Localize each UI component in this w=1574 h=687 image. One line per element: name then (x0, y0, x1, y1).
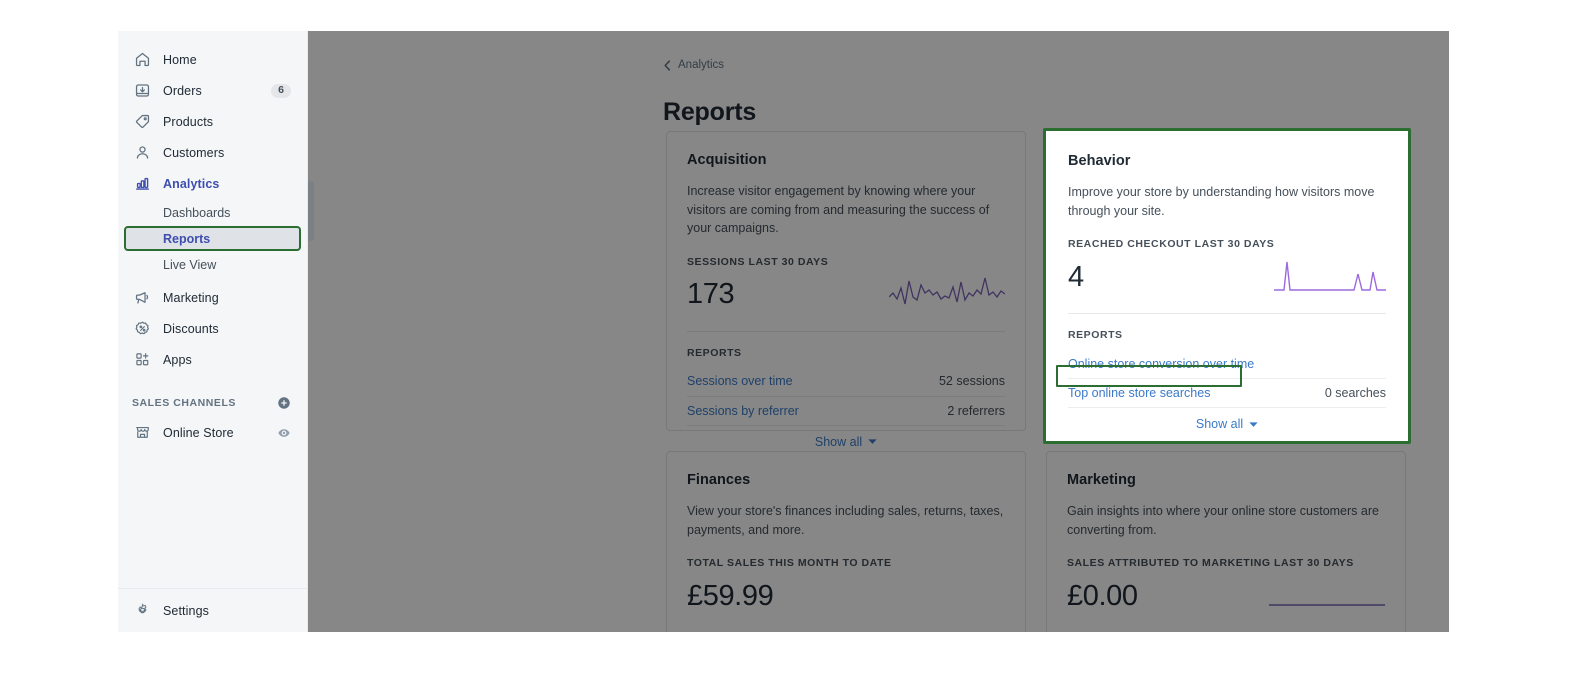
card-description: Improve your store by understanding how … (1068, 185, 1375, 218)
metric-row: 4 (1068, 254, 1386, 300)
report-link[interactable]: Top online store searches (1068, 386, 1210, 400)
reports-label: REPORTS (1068, 329, 1123, 341)
card-behavior: Behavior Improve your store by understan… (1046, 131, 1408, 441)
eye-icon[interactable] (277, 426, 291, 440)
apps-grid-icon (132, 350, 152, 370)
megaphone-icon (132, 288, 152, 308)
card-divider (687, 330, 1005, 332)
card-title: Finances (687, 472, 751, 488)
breadcrumb[interactable]: Analytics (663, 59, 724, 71)
sidebar-item-label: Settings (163, 603, 209, 618)
report-count: 2 referrers (947, 403, 1005, 418)
sidebar-item-label: Discounts (163, 321, 219, 336)
metric-label: TOTAL SALES THIS MONTH TO DATE (687, 557, 892, 569)
metric-label: SESSIONS LAST 30 DAYS (687, 255, 829, 268)
card-title: Behavior (1068, 153, 1131, 169)
sidebar-subitem-label: Reports (163, 231, 211, 246)
sidebar-item-label: Home (163, 52, 197, 67)
sidebar-item-label: Apps (163, 352, 192, 367)
sidebar-item-label: Customers (163, 145, 225, 160)
storefront-icon (132, 423, 152, 443)
report-row[interactable]: Sessions over time 52 sessions (687, 367, 1005, 396)
sales-channels-title: SALES CHANNELS (132, 397, 236, 409)
sidebar-item-label: Products (163, 114, 214, 129)
discount-badge-icon (132, 319, 152, 339)
report-count: 0 searches (1324, 386, 1386, 400)
main-content: Analytics Reports Acquisition Increase v… (308, 31, 1449, 632)
sidebar-item-products[interactable]: Products (126, 109, 299, 134)
sidebar-item-customers[interactable]: Customers (126, 140, 299, 165)
card-description: Increase visitor engagement by knowing w… (687, 184, 990, 235)
report-link[interactable]: Sessions by referrer (687, 404, 799, 418)
sidebar-item-analytics[interactable]: Analytics (126, 171, 299, 196)
report-count: 52 sessions (938, 374, 1005, 388)
sidebar-primary-nav: Home Orders 6 Products Customers Analyti… (118, 31, 307, 445)
customers-icon (132, 143, 152, 163)
sidebar-item-apps[interactable]: Apps (126, 347, 299, 372)
analytics-bars-icon (132, 174, 152, 194)
show-all-label: Show all (814, 434, 863, 449)
chevron-down-icon (1249, 421, 1258, 428)
sidebar-item-settings[interactable]: Settings (118, 588, 307, 632)
report-row[interactable]: Sessions by referrer 2 referrers (687, 395, 1005, 425)
metric-row: £59.99 (687, 573, 1005, 619)
report-row[interactable]: Top online store searches 0 searches (1068, 378, 1386, 407)
orders-count-badge: 6 (271, 83, 291, 98)
metric-value: 173 (687, 278, 735, 310)
products-tag-icon (132, 112, 152, 132)
sidebar-subitem-label: Dashboards (163, 205, 231, 220)
sidebar-subitem-label: Live View (163, 257, 217, 272)
card-title: Marketing (1067, 472, 1136, 488)
sidebar-item-home[interactable]: Home (126, 47, 299, 72)
marketing-sales-sparkline (1269, 575, 1385, 618)
chevron-left-icon (663, 59, 672, 71)
sidebar-subitem-reports[interactable]: Reports (124, 226, 301, 251)
sidebar-item-discounts[interactable]: Discounts (126, 316, 299, 341)
sidebar-item-label: Marketing (163, 290, 219, 305)
metric-label: REACHED CHECKOUT LAST 30 DAYS (1068, 238, 1275, 250)
breadcrumb-label: Analytics (678, 59, 725, 71)
app-window: Home Orders 6 Products Customers Analyti… (118, 31, 1449, 632)
report-link[interactable]: Sessions over time (687, 374, 793, 388)
reports-label: REPORTS (687, 346, 742, 359)
metric-value: 4 (1068, 260, 1084, 293)
card-description: Gain insights into where your online sto… (1067, 504, 1379, 537)
scrollbar-thumb[interactable] (308, 181, 314, 241)
sales-channels-header: SALES CHANNELS (126, 392, 299, 414)
metric-label: SALES ATTRIBUTED TO MARKETING LAST 30 DA… (1067, 557, 1354, 569)
metric-row: £0.00 (1067, 573, 1385, 619)
sessions-sparkline (888, 273, 1006, 316)
show-all-button[interactable]: Show all (1068, 407, 1386, 440)
sidebar-item-label: Analytics (163, 176, 220, 191)
reached-checkout-sparkline (1274, 256, 1386, 299)
sidebar-item-online-store[interactable]: Online Store (126, 420, 299, 445)
sidebar: Home Orders 6 Products Customers Analyti… (118, 31, 308, 632)
report-row[interactable]: Online store conversion over time (1068, 349, 1386, 378)
card-acquisition: Acquisition Increase visitor engagement … (666, 131, 1026, 449)
orders-icon (132, 81, 152, 101)
card-finances: Finances View your store's finances incl… (666, 451, 1026, 632)
home-icon (132, 50, 152, 70)
content-scrollbar[interactable] (308, 31, 314, 632)
sidebar-subitem-live-view[interactable]: Live View (126, 254, 299, 275)
metric-value: £0.00 (1067, 579, 1138, 612)
metric-row: 173 (687, 272, 1006, 318)
show-all-label: Show all (1195, 417, 1244, 431)
sidebar-item-orders[interactable]: Orders 6 (126, 78, 299, 103)
card-description: View your store's finances including sal… (687, 504, 1004, 537)
gear-icon (132, 601, 152, 621)
sidebar-item-marketing[interactable]: Marketing (126, 285, 299, 310)
card-title: Acquisition (687, 152, 767, 168)
card-divider (1068, 313, 1386, 314)
report-link[interactable]: Online store conversion over time (1068, 357, 1254, 371)
sidebar-item-label: Orders (163, 83, 202, 98)
sidebar-subitem-dashboards[interactable]: Dashboards (126, 202, 299, 223)
page-title: Reports (663, 97, 757, 126)
card-marketing: Marketing Gain insights into where your … (1046, 451, 1406, 632)
plus-circle-icon[interactable] (277, 396, 291, 410)
metric-value: £59.99 (687, 579, 774, 612)
chevron-down-icon (868, 438, 877, 445)
sidebar-item-label: Online Store (163, 425, 234, 440)
